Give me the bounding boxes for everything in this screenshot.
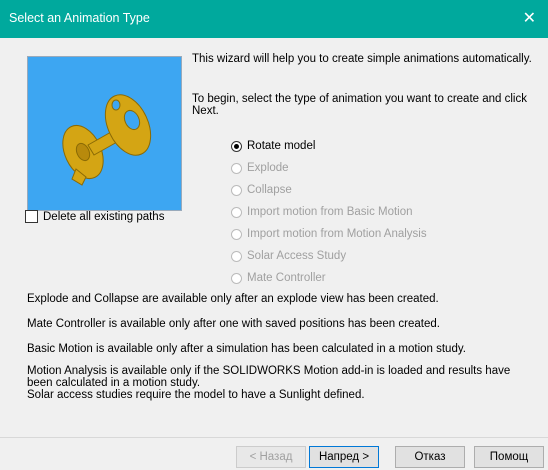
radio-solar-access-study[interactable]: Solar Access Study	[231, 245, 427, 267]
close-icon[interactable]: ✕	[523, 8, 536, 28]
help-button[interactable]: Помощ	[474, 446, 544, 468]
next-button[interactable]: Напред >	[309, 446, 379, 468]
note-mate-controller: Mate Controller is available only after …	[27, 318, 440, 330]
radio-dot[interactable]	[231, 228, 242, 240]
animation-type-group: Rotate model Explode Collapse Import mot…	[231, 135, 427, 289]
radio-label: Mate Controller	[247, 272, 326, 284]
radio-label: Import motion from Basic Motion	[247, 206, 413, 218]
wizard-dialog: Delete all existing paths This wizard wi…	[0, 38, 548, 470]
radio-label: Solar Access Study	[247, 250, 347, 262]
checkbox-box[interactable]	[25, 210, 38, 223]
radio-collapse[interactable]: Collapse	[231, 179, 427, 201]
note-solar: Solar access studies require the model t…	[27, 389, 365, 401]
radio-label: Explode	[247, 162, 289, 174]
radio-import-basic-motion[interactable]: Import motion from Basic Motion	[231, 201, 427, 223]
cancel-button[interactable]: Отказ	[395, 446, 465, 468]
note-motion-analysis: Motion Analysis is available only if the…	[27, 365, 511, 389]
note-explode: Explode and Collapse are available only …	[27, 293, 439, 305]
radio-label: Rotate model	[247, 140, 316, 152]
delete-paths-label: Delete all existing paths	[43, 210, 165, 223]
radio-dot[interactable]	[231, 272, 242, 284]
title-bar: Select an Animation Type ✕	[0, 0, 548, 38]
radio-explode[interactable]: Explode	[231, 157, 427, 179]
model-preview-image	[62, 94, 152, 186]
window-title: Select an Animation Type	[9, 11, 150, 25]
instruction-text: To begin, select the type of animation y…	[192, 93, 527, 117]
back-button[interactable]: < Назад	[236, 446, 306, 468]
radio-rotate-model[interactable]: Rotate model	[231, 135, 427, 157]
radio-import-motion-analysis[interactable]: Import motion from Motion Analysis	[231, 223, 427, 245]
radio-dot[interactable]	[231, 184, 242, 196]
radio-label: Collapse	[247, 184, 292, 196]
button-separator	[0, 437, 548, 438]
intro-text: This wizard will help you to create simp…	[192, 53, 532, 65]
radio-label: Import motion from Motion Analysis	[247, 228, 427, 240]
model-preview	[27, 56, 182, 211]
radio-dot[interactable]	[231, 140, 242, 152]
delete-paths-checkbox[interactable]: Delete all existing paths	[25, 210, 164, 223]
note-basic-motion: Basic Motion is available only after a s…	[27, 343, 466, 355]
radio-dot[interactable]	[231, 162, 242, 174]
radio-mate-controller[interactable]: Mate Controller	[231, 267, 427, 289]
radio-dot[interactable]	[231, 250, 242, 262]
radio-dot[interactable]	[231, 206, 242, 218]
